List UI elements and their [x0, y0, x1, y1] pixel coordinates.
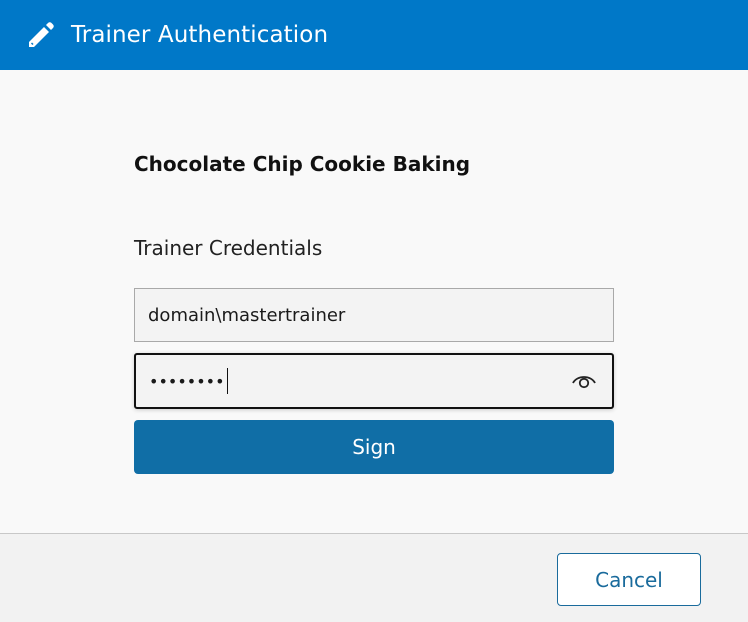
- credentials-label: Trainer Credentials: [134, 236, 323, 260]
- eye-icon[interactable]: [570, 369, 598, 393]
- dialog-header: Trainer Authentication: [0, 0, 748, 70]
- password-field[interactable]: ••••••••: [134, 353, 614, 409]
- cancel-button[interactable]: Cancel: [557, 553, 701, 606]
- pencil-icon: [25, 19, 57, 51]
- sign-button[interactable]: Sign: [134, 420, 614, 474]
- password-value: ••••••••: [149, 371, 225, 391]
- course-title: Chocolate Chip Cookie Baking: [134, 152, 471, 176]
- text-caret: [226, 368, 228, 394]
- dialog-title: Trainer Authentication: [71, 22, 329, 48]
- dialog-footer: Cancel: [0, 533, 748, 622]
- username-value: domain\mastertrainer: [148, 304, 346, 326]
- dialog-content: Chocolate Chip Cookie Baking Trainer Cre…: [0, 70, 748, 533]
- username-field[interactable]: domain\mastertrainer: [134, 288, 614, 342]
